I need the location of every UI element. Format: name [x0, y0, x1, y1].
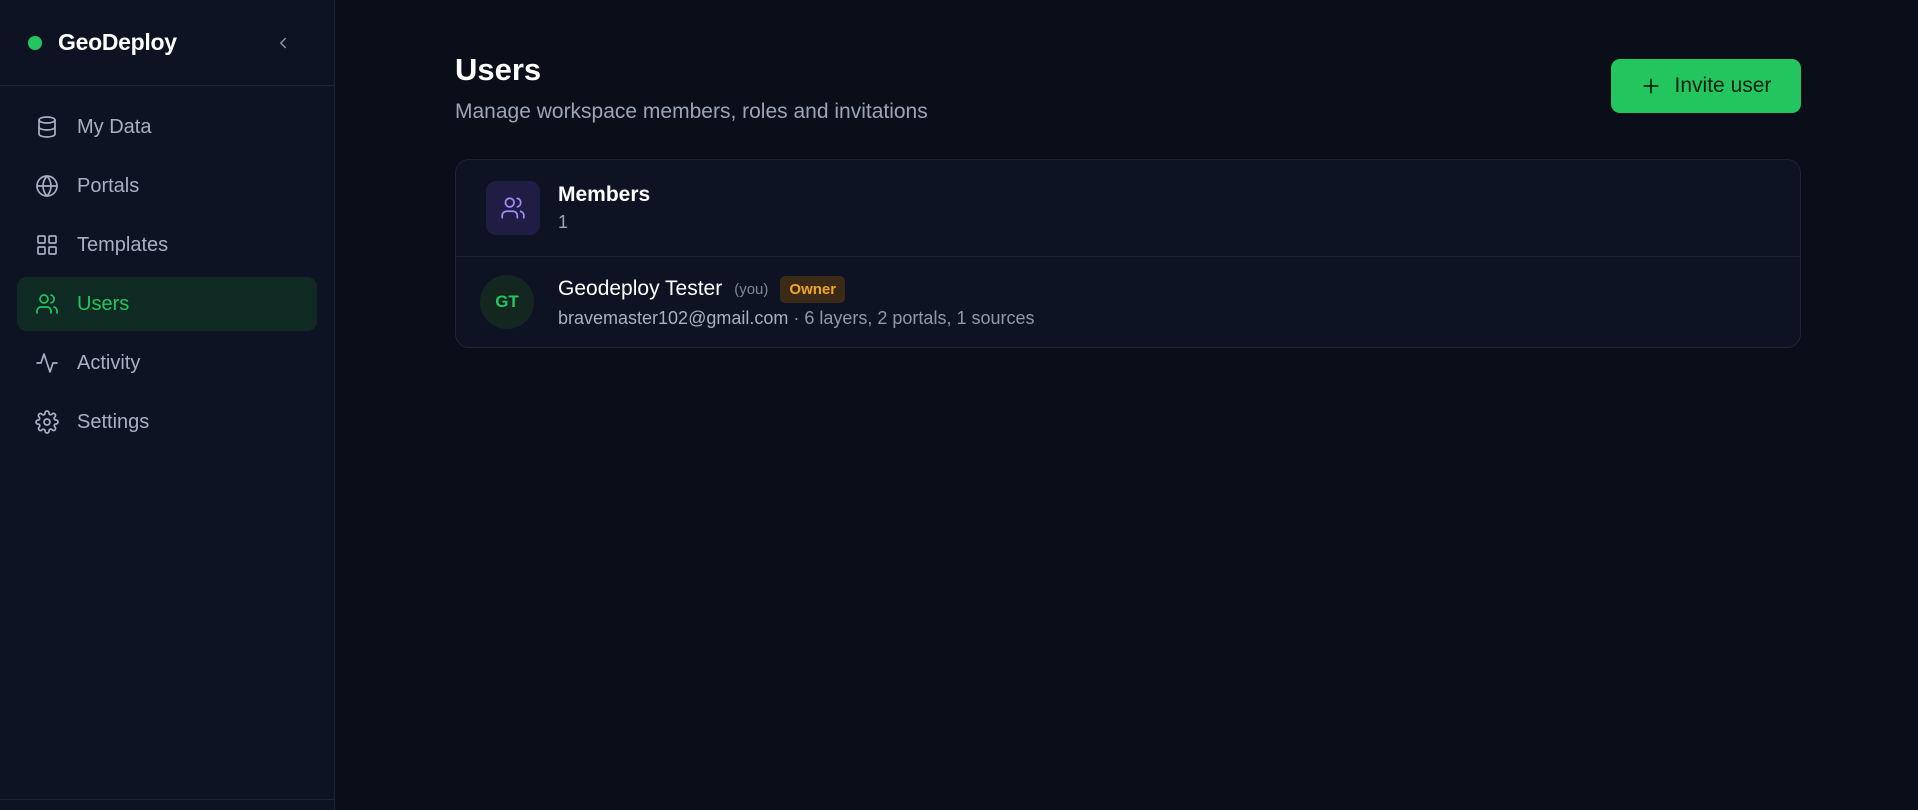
- users-icon: [34, 291, 60, 317]
- chevron-left-icon: [280, 37, 286, 49]
- sidebar-item-label: Portals: [77, 174, 140, 197]
- sidebar-item-label: Settings: [77, 410, 150, 433]
- sidebar-item-activity[interactable]: Activity: [17, 336, 317, 390]
- status-dot-icon: [28, 35, 42, 50]
- table-row[interactable]: GT Geodeploy Tester (you) Owner bravemas…: [456, 257, 1800, 347]
- user-name: Geodeploy Tester: [558, 277, 723, 300]
- members-title: Members: [558, 183, 651, 206]
- sidebar-item-label: Users: [77, 292, 130, 315]
- grid-icon: [34, 232, 60, 258]
- role-badge: Owner: [780, 275, 846, 303]
- sidebar-item-my-data[interactable]: My Data: [17, 100, 317, 154]
- database-icon: [34, 114, 60, 140]
- page-title: Users: [455, 52, 542, 87]
- sidebar-divider: [0, 799, 334, 800]
- app-root: GeoDeploy My Data Portals Templates User…: [0, 0, 1918, 810]
- user-name-line: Geodeploy Tester (you) Owner: [558, 275, 1034, 303]
- sidebar-nav: My Data Portals Templates Users Activity…: [0, 86, 334, 468]
- globe-icon: [34, 173, 60, 199]
- main-content: Users Manage workspace members, roles an…: [335, 0, 1918, 810]
- sidebar-item-templates[interactable]: Templates: [17, 218, 317, 272]
- sidebar-item-portals[interactable]: Portals: [17, 159, 317, 213]
- sidebar-item-label: Templates: [77, 233, 169, 256]
- user-details: Geodeploy Tester (you) Owner bravemaster…: [558, 275, 1034, 329]
- gear-icon: [34, 409, 60, 435]
- page-subtitle: Manage workspace members, roles and invi…: [455, 100, 928, 123]
- sidebar: GeoDeploy My Data Portals Templates User…: [0, 0, 335, 810]
- sidebar-item-label: My Data: [77, 115, 152, 138]
- user-meta: bravemaster102@gmail.com · 6 layers, 2 p…: [558, 308, 1034, 329]
- sidebar-item-users[interactable]: Users: [17, 277, 317, 331]
- you-tag: (you): [734, 280, 769, 298]
- sidebar-item-label: Activity: [77, 351, 141, 374]
- invite-user-label: Invite user: [1674, 74, 1772, 97]
- invite-user-button[interactable]: Invite user: [1611, 59, 1801, 113]
- members-card-header: Members 1: [456, 160, 1800, 257]
- plus-icon: [1641, 76, 1661, 96]
- members-icon: [486, 181, 540, 235]
- page-header: Users Manage workspace members, roles an…: [455, 52, 928, 124]
- collapse-sidebar-button[interactable]: [270, 30, 296, 56]
- members-count: 1: [558, 212, 569, 232]
- members-summary: Members 1: [558, 183, 650, 233]
- members-card: Members 1 GT Geodeploy Tester (you) Owne…: [455, 159, 1801, 348]
- avatar: GT: [480, 275, 534, 329]
- sidebar-header: GeoDeploy: [0, 0, 334, 86]
- user-stats: · 6 layers, 2 portals, 1 sources: [788, 307, 1035, 328]
- brand-name: GeoDeploy: [58, 29, 177, 55]
- user-email: bravemaster102@gmail.com: [558, 307, 789, 328]
- sidebar-item-settings[interactable]: Settings: [17, 395, 317, 449]
- activity-icon: [34, 350, 60, 376]
